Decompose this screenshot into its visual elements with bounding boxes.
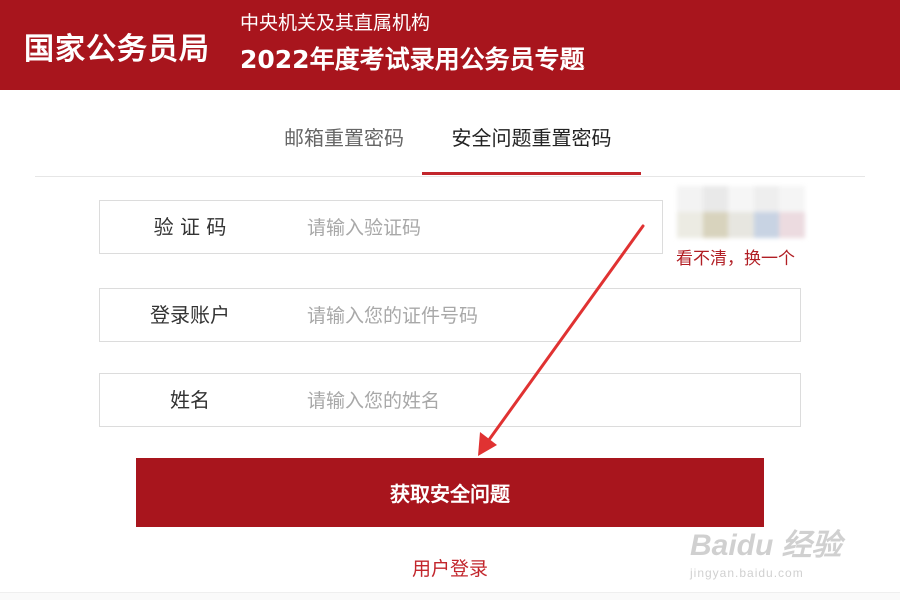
- tab-email-reset[interactable]: 邮箱重置密码: [284, 120, 404, 174]
- captcha-field: 验 证 码: [99, 200, 663, 254]
- name-input[interactable]: [305, 383, 769, 419]
- page: 国家公务员局 中央机关及其直属机构 2022年度考试录用公务员专题 邮箱重置密码…: [0, 0, 900, 600]
- account-input[interactable]: [305, 298, 769, 334]
- account-label: 登录账户: [150, 303, 230, 327]
- user-login-link: 用户登录: [0, 554, 900, 581]
- captcha-label: 验 证 码: [153, 215, 227, 239]
- site-logo[interactable]: 国家公务员局: [24, 24, 210, 68]
- header-title: 2022年度考试录用公务员专题: [240, 45, 585, 74]
- active-tab-indicator: [422, 172, 641, 175]
- header-subtitle: 中央机关及其直属机构: [240, 12, 431, 34]
- captcha-image[interactable]: [677, 186, 805, 238]
- tab-security-question-reset[interactable]: 安全问题重置密码: [422, 120, 641, 175]
- tab-security-question-label: 安全问题重置密码: [451, 126, 612, 150]
- user-login-link-text[interactable]: 用户登录: [412, 558, 488, 580]
- account-field: 登录账户: [99, 288, 801, 342]
- annotation-arrow-head: [478, 432, 497, 456]
- reset-method-tabs: 邮箱重置密码 安全问题重置密码: [35, 120, 865, 177]
- footer-divider: [0, 592, 900, 600]
- get-security-question-button[interactable]: 获取安全问题: [136, 458, 764, 527]
- name-field: 姓名: [99, 373, 801, 427]
- captcha-input[interactable]: [305, 210, 629, 246]
- name-label: 姓名: [170, 388, 210, 412]
- header-bar: 国家公务员局 中央机关及其直属机构 2022年度考试录用公务员专题: [0, 0, 900, 90]
- captcha-refresh-link[interactable]: 看不清，换一个: [676, 244, 795, 269]
